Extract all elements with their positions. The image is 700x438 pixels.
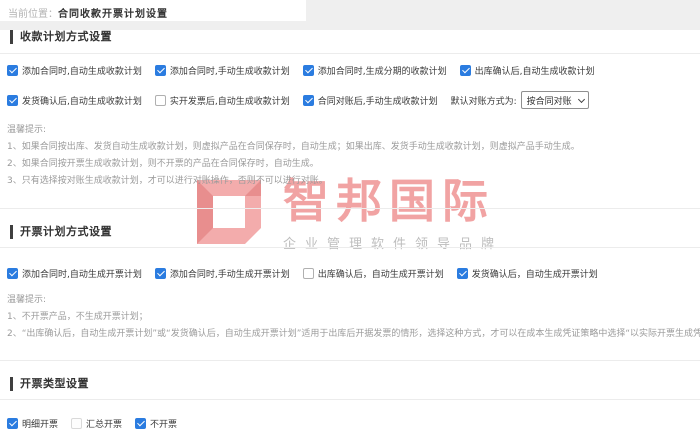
collection-plan-row-2: 发货确认后,自动生成收款计划 实开发票后,自动生成收款计划 合同对账后,手动生成… bbox=[7, 91, 700, 109]
divider bbox=[0, 360, 700, 361]
chevron-down-icon bbox=[578, 96, 585, 103]
checkbox-contract-installment-collection[interactable]: 添加合同时,生成分期的收款计划 bbox=[303, 64, 447, 77]
checkbox-box[interactable] bbox=[71, 418, 82, 429]
checkbox-label: 出库确认后，自动生成开票计划 bbox=[318, 267, 444, 280]
checkbox-label: 添加合同时,生成分期的收款计划 bbox=[318, 64, 447, 77]
checkbox-summary-invoicing[interactable]: 汇总开票 bbox=[71, 417, 122, 430]
checkbox-label: 添加合同时,手动生成开票计划 bbox=[170, 267, 290, 280]
checkbox-label: 添加合同时,自动生成开票计划 bbox=[22, 267, 142, 280]
checkbox-box[interactable] bbox=[155, 65, 166, 76]
reconcile-mode-value: 按合同对账 bbox=[527, 94, 572, 107]
checkbox-box[interactable] bbox=[7, 95, 18, 106]
tips-title: 温馨提示: bbox=[7, 292, 700, 309]
checkbox-box[interactable] bbox=[7, 418, 18, 429]
tip-line: 1、如果合同按出库、发货自动生成收款计划，则虚拟产品在合同保存时，自动生成；如果… bbox=[7, 139, 700, 156]
checkbox-contract-auto-collection[interactable]: 添加合同时,自动生成收款计划 bbox=[7, 64, 142, 77]
tip-line: 1、不开票产品，不生成开票计划； bbox=[7, 309, 700, 326]
checkbox-box[interactable] bbox=[7, 268, 18, 279]
tip-line: 2、“出库确认后，自动生成开票计划”或“发货确认后，自动生成开票计划”适用于出库… bbox=[7, 326, 700, 343]
checkbox-label: 添加合同时,手动生成收款计划 bbox=[170, 64, 290, 77]
divider bbox=[0, 399, 700, 400]
reconcile-mode-select[interactable]: 按合同对账 bbox=[521, 91, 589, 109]
content-panel: 智邦国际 企业管理软件领导品牌 收款计划方式设置 添加合同时,自动生成收款计划 … bbox=[0, 30, 700, 438]
checkbox-box[interactable] bbox=[303, 268, 314, 279]
checkbox-box[interactable] bbox=[457, 268, 468, 279]
checkbox-contract-manual-collection[interactable]: 添加合同时,手动生成收款计划 bbox=[155, 64, 290, 77]
checkbox-no-invoicing[interactable]: 不开票 bbox=[135, 417, 177, 430]
checkbox-box[interactable] bbox=[460, 65, 471, 76]
checkbox-label: 发货确认后，自动生成开票计划 bbox=[472, 267, 598, 280]
default-reconcile-mode: 默认对账方式为: 按合同对账 bbox=[451, 91, 589, 109]
invoicing-plan-row: 添加合同时,自动生成开票计划 添加合同时,手动生成开票计划 出库确认后，自动生成… bbox=[7, 267, 700, 280]
reconcile-mode-label: 默认对账方式为: bbox=[451, 94, 517, 107]
checkbox-delivery-auto-collection[interactable]: 发货确认后,自动生成收款计划 bbox=[7, 94, 142, 107]
checkbox-reconcile-manual-collection[interactable]: 合同对账后,手动生成收款计划 bbox=[303, 94, 438, 107]
section-title-invoicing-type: 开票类型设置 bbox=[10, 377, 700, 391]
checkbox-label: 实开发票后,自动生成收款计划 bbox=[170, 94, 290, 107]
section-title-invoicing-plan: 开票计划方式设置 bbox=[10, 225, 700, 239]
invoicing-type-row: 明细开票 汇总开票 不开票 bbox=[7, 417, 700, 430]
checkbox-box[interactable] bbox=[135, 418, 146, 429]
checkbox-label: 添加合同时,自动生成收款计划 bbox=[22, 64, 142, 77]
checkbox-box[interactable] bbox=[303, 95, 314, 106]
checkbox-label: 汇总开票 bbox=[86, 417, 122, 430]
checkbox-delivery-auto-invoicing[interactable]: 发货确认后，自动生成开票计划 bbox=[457, 267, 598, 280]
checkbox-detail-invoicing[interactable]: 明细开票 bbox=[7, 417, 58, 430]
collection-plan-row-1: 添加合同时,自动生成收款计划 添加合同时,手动生成收款计划 添加合同时,生成分期… bbox=[7, 64, 700, 77]
checkbox-box[interactable] bbox=[303, 65, 314, 76]
section-title-collection-plan: 收款计划方式设置 bbox=[10, 30, 700, 44]
checkbox-contract-manual-invoicing[interactable]: 添加合同时,手动生成开票计划 bbox=[155, 267, 290, 280]
divider bbox=[0, 208, 700, 209]
checkbox-contract-auto-invoicing[interactable]: 添加合同时,自动生成开票计划 bbox=[7, 267, 142, 280]
checkbox-box[interactable] bbox=[7, 65, 18, 76]
checkbox-label: 出库确认后,自动生成收款计划 bbox=[475, 64, 595, 77]
checkbox-box[interactable] bbox=[155, 95, 166, 106]
checkbox-outbound-auto-collection[interactable]: 出库确认后,自动生成收款计划 bbox=[460, 64, 595, 77]
tip-line: 2、如果合同按开票生成收款计划，则不开票的产品在合同保存时，自动生成。 bbox=[7, 156, 700, 173]
checkbox-label: 不开票 bbox=[150, 417, 177, 430]
collection-plan-tips: 温馨提示: 1、如果合同按出库、发货自动生成收款计划，则虚拟产品在合同保存时，自… bbox=[7, 122, 700, 190]
checkbox-label: 合同对账后,手动生成收款计划 bbox=[318, 94, 438, 107]
checkbox-outbound-auto-invoicing[interactable]: 出库确认后，自动生成开票计划 bbox=[303, 267, 444, 280]
checkbox-invoice-auto-collection[interactable]: 实开发票后,自动生成收款计划 bbox=[155, 94, 290, 107]
tips-title: 温馨提示: bbox=[7, 122, 700, 139]
checkbox-label: 明细开票 bbox=[22, 417, 58, 430]
divider bbox=[0, 247, 700, 248]
checkbox-label: 发货确认后,自动生成收款计划 bbox=[22, 94, 142, 107]
page-title: 合同收款开票计划设置 bbox=[58, 9, 168, 20]
invoicing-plan-tips: 温馨提示: 1、不开票产品，不生成开票计划； 2、“出库确认后，自动生成开票计划… bbox=[7, 292, 700, 343]
divider bbox=[0, 53, 700, 54]
breadcrumb: 当前位置：合同收款开票计划设置 bbox=[0, 0, 306, 21]
breadcrumb-label: 当前位置： bbox=[8, 9, 58, 20]
checkbox-box[interactable] bbox=[155, 268, 166, 279]
tip-line: 3、只有选择按对账生成收款计划，才可以进行对账操作，否则不可以进行对账。 bbox=[7, 173, 700, 190]
